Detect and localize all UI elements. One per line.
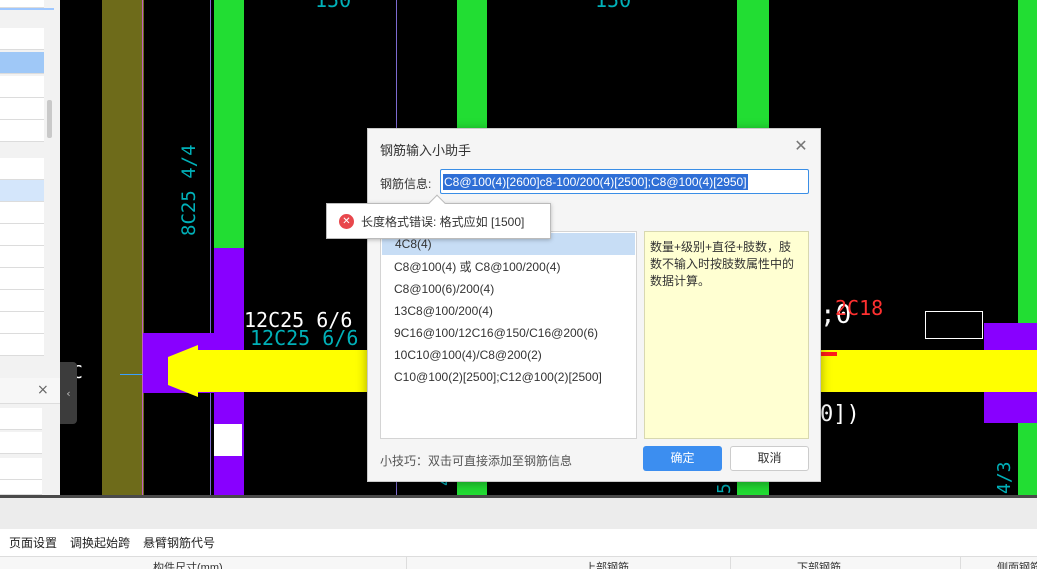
cad-label-bottom-c: 4/3 [994, 461, 1015, 494]
panel-row[interactable] [0, 28, 44, 50]
app-window: × 150 150 8C25 4/4 12C25 6/6 12C25 6/6 ;… [0, 0, 1037, 569]
example-item[interactable]: 10C10@100(4)/C8@200(2) [381, 344, 636, 366]
dialog-title: 钢筋输入小助手 [380, 143, 472, 158]
panel-row[interactable] [0, 246, 44, 268]
beam-arrow [168, 345, 198, 397]
panel-row[interactable] [0, 268, 44, 290]
swap-start-span-button[interactable]: 调换起始跨 [70, 534, 130, 551]
status-area [0, 495, 1037, 529]
cad-label-bracket: 0]) [820, 402, 860, 427]
example-item[interactable]: 9C16@100/12C16@150/C16@200(6) [381, 322, 636, 344]
example-list[interactable]: 4C8(4) C8@100(4) 或 C8@100/200(4) C8@100(… [380, 231, 637, 439]
rebar-info-value: C8@100(4)[2600]c8-100/200(4)[2500];C8@10… [443, 173, 748, 190]
panel-row[interactable] [0, 432, 42, 454]
panel-scrollbar[interactable] [47, 100, 52, 138]
example-item[interactable]: C10@100(2)[2500];C12@100(2)[2500] [381, 366, 636, 388]
panel-header: × [0, 378, 60, 404]
panel-divider [0, 8, 54, 10]
purple-block [214, 248, 244, 333]
page-setup-button[interactable]: 页面设置 [9, 534, 57, 551]
table-header: 构件尺寸(mm) 上部钢筋 下部钢筋 侧面钢筋 [0, 556, 1037, 569]
rebar-input-assistant-dialog: 钢筋输入小助手 ✕ 钢筋信息: C8@100(4)[2600]c8-100/20… [367, 128, 821, 482]
example-item[interactable]: 13C8@100/200(4) [381, 300, 636, 322]
panel-row[interactable] [0, 458, 42, 480]
column-divider [406, 557, 407, 569]
column-divider [960, 557, 961, 569]
chevron-left-icon: ‹ [66, 386, 71, 400]
panel-close-icon[interactable]: × [37, 382, 49, 398]
format-description: 数量+级别+直径+肢数，肢数不输入时按肢数属性中的数据计算。 [644, 231, 809, 439]
panel-row[interactable] [0, 408, 42, 430]
panel-row[interactable] [0, 334, 44, 356]
panel-row[interactable] [0, 120, 44, 142]
error-tooltip: ✕ 长度格式错误: 格式应如 [1500] [326, 194, 551, 239]
cad-label-top-right: 150 [595, 0, 632, 12]
example-item[interactable]: C8@100(6)/200(4) [381, 278, 636, 300]
panel-row[interactable] [0, 224, 44, 246]
example-item[interactable]: C8@100(4) 或 C8@100/200(4) [381, 256, 636, 278]
column-green-1 [214, 0, 244, 248]
column-header-size: 构件尺寸(mm) [153, 562, 223, 569]
cantilever-rebar-code-button[interactable]: 悬臂钢筋代号 [143, 534, 215, 551]
panel-row[interactable] [0, 98, 44, 120]
column-olive [102, 0, 144, 495]
error-message: 长度格式错误: 格式应如 [1500] [361, 214, 525, 229]
column-divider [730, 557, 731, 569]
bottom-toolbar: 页面设置 调换起始跨 悬臂钢筋代号 [0, 529, 1037, 556]
error-icon: ✕ [339, 213, 354, 229]
tip-text: 小技巧：双击可直接添加至钢筋信息 [380, 454, 573, 468]
column-edge-line [142, 0, 143, 495]
panel-row[interactable] [0, 202, 44, 224]
panel-row[interactable] [0, 0, 44, 8]
panel-collapse-handle[interactable]: ‹ [60, 362, 77, 424]
cad-label-top-left: 150 [315, 0, 352, 12]
close-icon[interactable]: ✕ [792, 138, 810, 156]
left-side-panel: × [0, 0, 60, 495]
panel-row[interactable] [0, 76, 44, 98]
rebar-info-label: 钢筋信息: [380, 177, 432, 191]
cad-label-right-red: 2C18 [835, 296, 884, 320]
panel-row[interactable] [0, 158, 44, 180]
cancel-button[interactable]: 取消 [730, 446, 809, 471]
rebar-info-input[interactable]: C8@100(4)[2600]c8-100/200(4)[2500];C8@10… [440, 169, 809, 194]
white-block [214, 424, 242, 456]
white-rect-outline [925, 311, 983, 339]
panel-row-selected[interactable] [0, 52, 44, 74]
panel-row-highlight[interactable] [0, 180, 44, 202]
panel-row[interactable] [0, 480, 42, 495]
column-header-side-rebar: 侧面钢筋 [997, 562, 1037, 569]
column-header-bottom-rebar: 下部钢筋 [797, 562, 841, 569]
cad-label-bottom-b: 5 [714, 483, 735, 494]
panel-row[interactable] [0, 290, 44, 312]
cad-label-vertical: 8C25 4/4 [178, 144, 200, 236]
panel-row[interactable] [0, 312, 44, 334]
cad-label-beam-cyan: 12C25 6/6 [250, 326, 359, 350]
column-header-top-rebar: 上部钢筋 [585, 562, 629, 569]
ok-button[interactable]: 确定 [643, 446, 722, 471]
grid-line [210, 0, 211, 495]
